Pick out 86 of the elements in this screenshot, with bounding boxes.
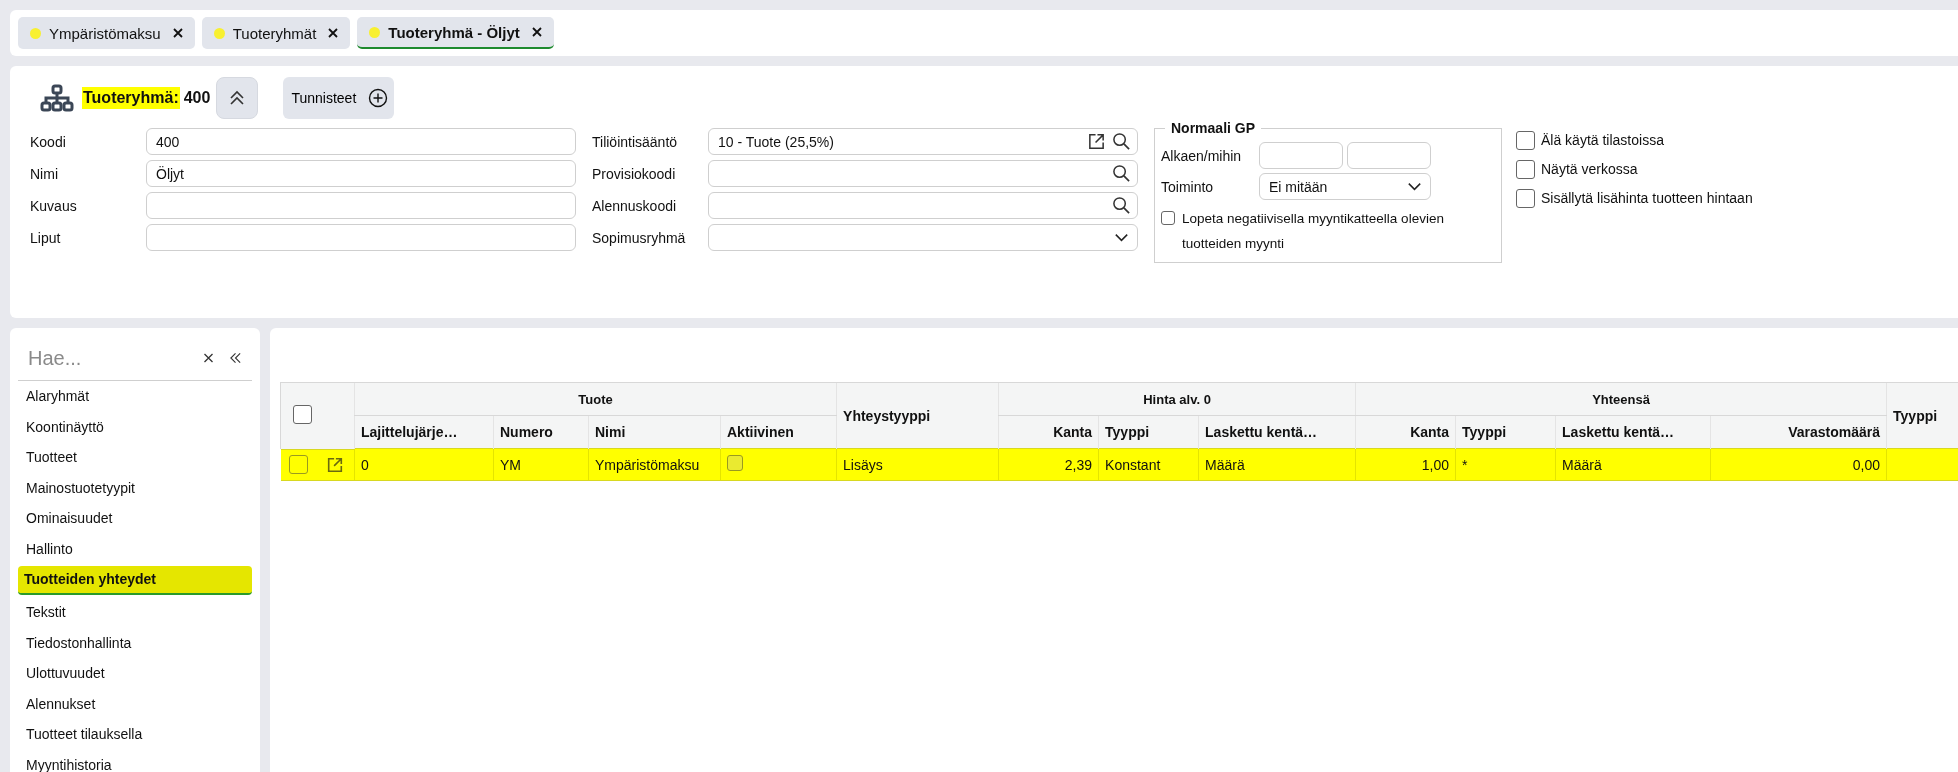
input-field[interactable]	[146, 192, 576, 219]
table-row[interactable]: 0 YM Ympäristömaksu Lisäys 2,39 Konstant Määrä 1,00 * Määrä 0,00	[280, 448, 1958, 481]
field-label: Alkaen/mihin	[1161, 147, 1243, 164]
lookup-field[interactable]	[708, 192, 1138, 219]
field-label: Kuvaus	[30, 197, 78, 214]
table-cell: 0,00	[1852, 456, 1881, 473]
table-cell: 1,00	[1421, 456, 1450, 473]
sidebar-item[interactable]: Tuotteiden yhteydet	[18, 566, 252, 595]
input-field[interactable]	[1347, 142, 1431, 169]
dropdown-field[interactable]: Ei mitään	[1259, 173, 1431, 200]
collapse-left-icon[interactable]	[229, 352, 242, 364]
column-header[interactable]: Kanta	[1410, 424, 1450, 440]
page-title: Tuoteryhmä:	[82, 87, 180, 109]
column-group-header: Yhteensä	[1592, 391, 1650, 407]
search-icon[interactable]	[1112, 132, 1131, 151]
table-cell: Ympäristömaksu	[595, 456, 700, 473]
input-field[interactable]	[146, 224, 576, 251]
sidebar-item[interactable]: Alaryhmät	[18, 381, 252, 412]
column-header[interactable]: Kanta	[1053, 424, 1093, 440]
input-field[interactable]	[1259, 142, 1343, 169]
search-icon[interactable]	[1112, 196, 1131, 215]
collapse-button[interactable]	[216, 77, 259, 119]
add-icon	[368, 88, 389, 108]
checkbox[interactable]	[1516, 159, 1535, 179]
sidebar-item[interactable]: Ominaisuudet	[18, 503, 252, 534]
column-header[interactable]: Tyyppi	[1893, 407, 1938, 424]
table-cell: 0	[361, 456, 369, 473]
input-field[interactable]: 400	[146, 128, 576, 155]
table-cell: YM	[500, 456, 521, 473]
sidebar-item[interactable]: Myyntihistoria	[18, 749, 252, 772]
sidebar-item[interactable]: Tiedostonhallinta	[18, 627, 252, 658]
search-icon[interactable]	[1112, 164, 1131, 183]
lookup-field[interactable]	[708, 160, 1138, 187]
column-group-header: Tuote	[578, 391, 613, 407]
sidebar-item[interactable]: Koontinäyttö	[18, 411, 252, 442]
close-icon[interactable]	[531, 27, 542, 37]
table-cell: *	[1462, 456, 1468, 473]
field-label: Toiminto	[1161, 178, 1215, 195]
sidebar-item[interactable]: Tuotteet tilauksella	[18, 719, 252, 750]
checkbox[interactable]	[1161, 211, 1175, 225]
field-label: Koodi	[30, 133, 67, 150]
hierarchy-icon	[40, 84, 74, 112]
tab[interactable]: Tuoteryhmä - Öljyt	[357, 17, 554, 49]
dropdown-field[interactable]	[708, 224, 1138, 251]
select-all-checkbox[interactable]	[293, 404, 312, 424]
status-dot-icon	[30, 27, 41, 39]
field-label: Tiliöintisääntö	[592, 133, 679, 150]
field-label: Sopimusryhmä	[592, 229, 687, 246]
lookup-field[interactable]: 10 - Tuote (25,5%)	[708, 128, 1138, 155]
column-header[interactable]: Nimi	[595, 424, 626, 440]
sidebar-item[interactable]: Tuotteet	[18, 442, 252, 473]
checkbox-label: Sisällytä lisähinta tuotteen hintaan	[1541, 190, 1753, 206]
field-label: Provisiokoodi	[592, 165, 677, 182]
close-icon[interactable]	[172, 28, 183, 38]
field-label: Liput	[30, 229, 62, 246]
tab[interactable]: Tuoteryhmät	[201, 17, 351, 49]
status-dot-icon	[213, 27, 225, 39]
tab[interactable]: Ympäristömaksu	[18, 17, 195, 49]
checkbox-label: Lopeta negatiivisella myyntikatteella olevien tuotteiden myynti	[1182, 210, 1445, 253]
sidebar-item[interactable]: Ulottuvuudet	[18, 658, 252, 689]
checkbox-label: Älä käytä tilastoissa	[1541, 132, 1664, 148]
column-header[interactable]: Yhteystyyppi	[843, 407, 931, 424]
sidebar-item[interactable]: Alennukset	[18, 688, 252, 719]
checkbox-label: Näytä verkossa	[1541, 161, 1638, 177]
table-cell: Konstant	[1105, 456, 1161, 473]
record-number: 400	[183, 89, 211, 107]
table-cell: Määrä	[1205, 456, 1245, 473]
field-label: Nimi	[30, 165, 59, 182]
checkbox[interactable]	[1516, 130, 1535, 150]
table-cell: Lisäys	[843, 456, 883, 473]
column-group-header: Hinta alv. 0	[1143, 391, 1211, 407]
table-cell: 2,39	[1064, 456, 1093, 473]
sidebar-item[interactable]: Mainostuotetyypit	[18, 472, 252, 503]
close-icon[interactable]	[328, 28, 339, 38]
input-field[interactable]: Öljyt	[146, 160, 576, 187]
group-title: Normaali GP	[1170, 120, 1257, 136]
status-dot-icon	[369, 26, 381, 38]
table-cell: Määrä	[1562, 456, 1602, 473]
field-label: Alennuskoodi	[592, 197, 678, 214]
sidebar-item[interactable]: Hallinto	[18, 533, 252, 564]
clear-icon[interactable]	[202, 352, 215, 364]
tags-button[interactable]: Tunnisteet	[283, 77, 395, 119]
checkbox[interactable]	[1516, 188, 1535, 208]
sidebar-item[interactable]: Tekstit	[18, 597, 252, 628]
external-link-icon[interactable]	[1087, 132, 1106, 151]
row-checkbox[interactable]	[288, 455, 308, 474]
